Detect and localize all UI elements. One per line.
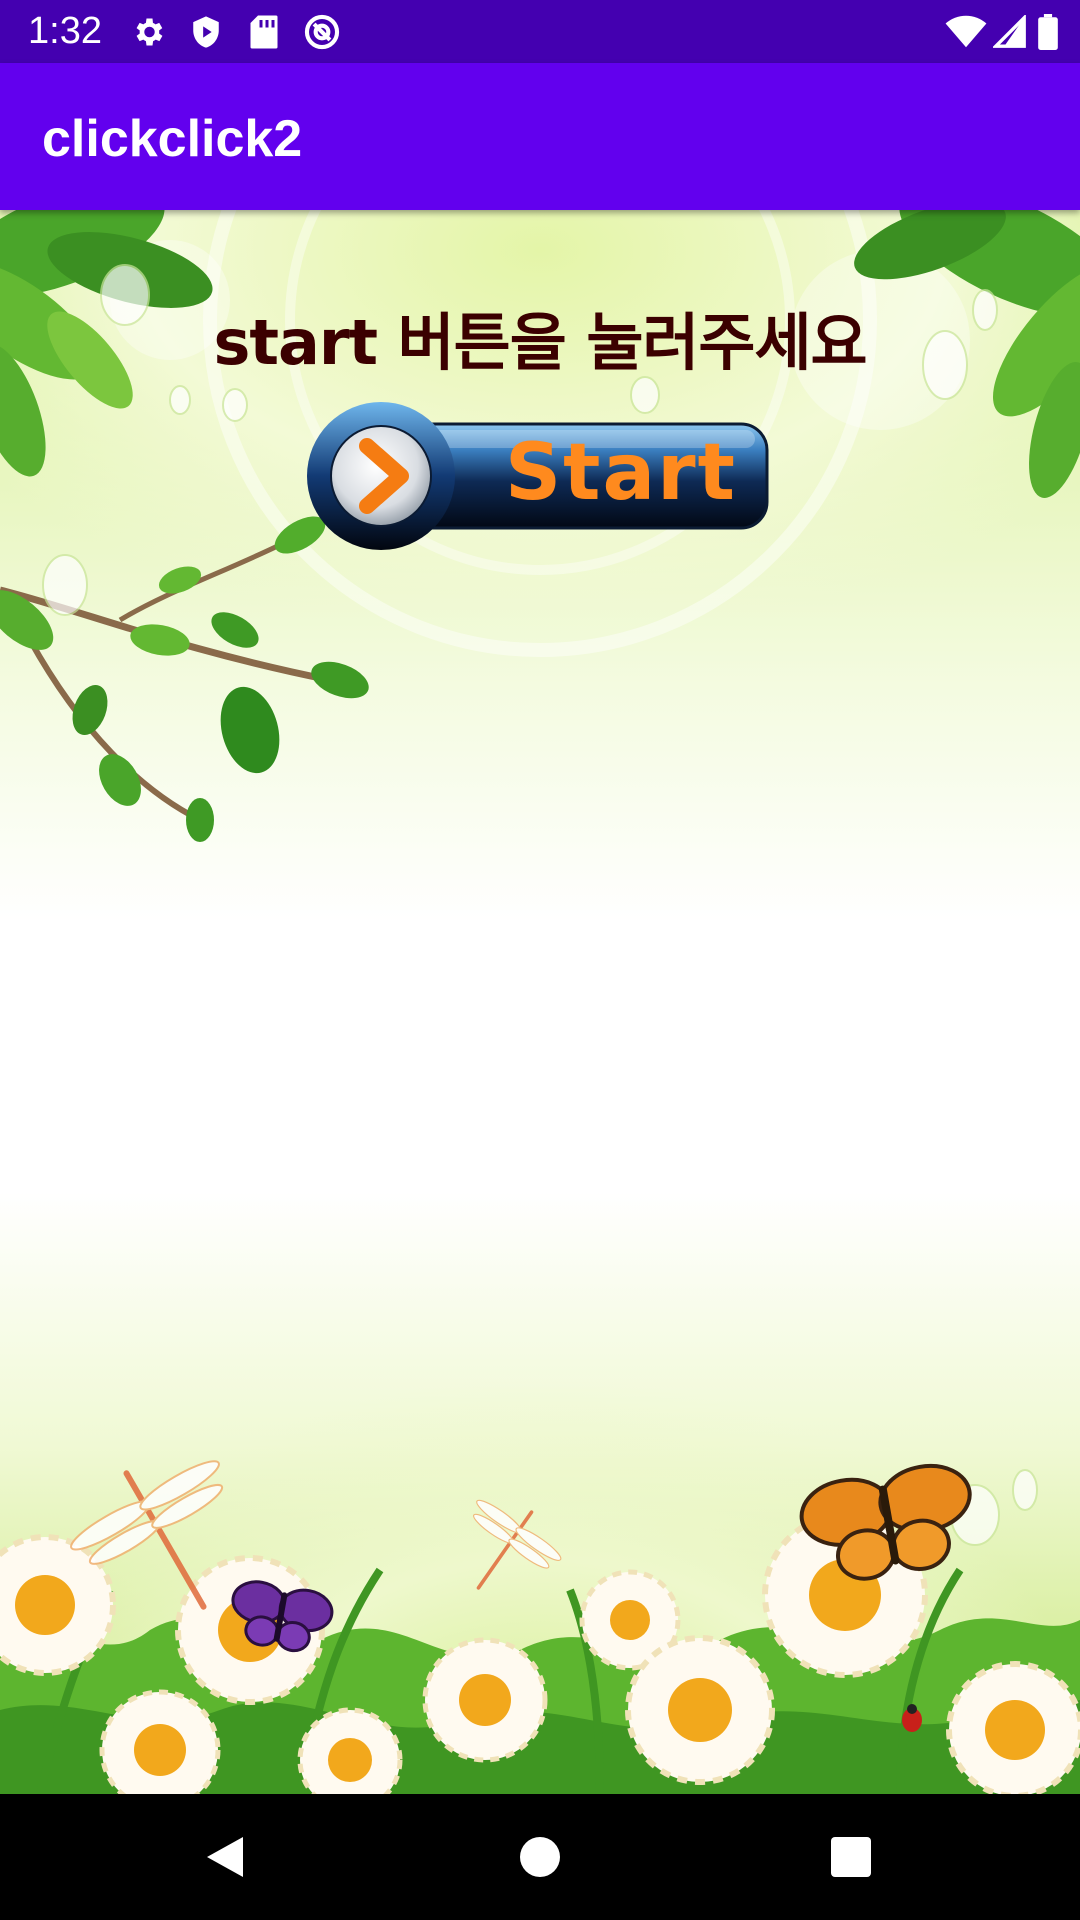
status-time: 1:32 bbox=[28, 10, 102, 52]
battery-icon bbox=[1030, 12, 1066, 52]
dragonfly-icon bbox=[472, 1499, 562, 1590]
home-icon[interactable] bbox=[507, 1824, 573, 1890]
play-protect-icon bbox=[186, 12, 226, 52]
sd-card-icon bbox=[244, 12, 284, 52]
app-title: clickclick2 bbox=[42, 110, 303, 168]
instruction-text: start 버튼을 눌러주세요 bbox=[213, 306, 867, 379]
status-bar: 1:32 bbox=[0, 0, 1080, 63]
cellular-signal-icon bbox=[990, 12, 1030, 52]
start-button-label: Start bbox=[505, 428, 737, 518]
start-button[interactable]: Start bbox=[305, 400, 770, 552]
navigation-bar bbox=[0, 1794, 1080, 1920]
recents-icon[interactable] bbox=[818, 1824, 884, 1890]
wifi-icon bbox=[944, 12, 988, 52]
gear-icon bbox=[128, 12, 168, 52]
at-sign-icon bbox=[302, 12, 342, 52]
back-icon[interactable] bbox=[192, 1824, 258, 1890]
app-bar: clickclick2 bbox=[0, 63, 1080, 210]
main-content: start 버튼을 눌러주세요 Start bbox=[0, 210, 1080, 1794]
